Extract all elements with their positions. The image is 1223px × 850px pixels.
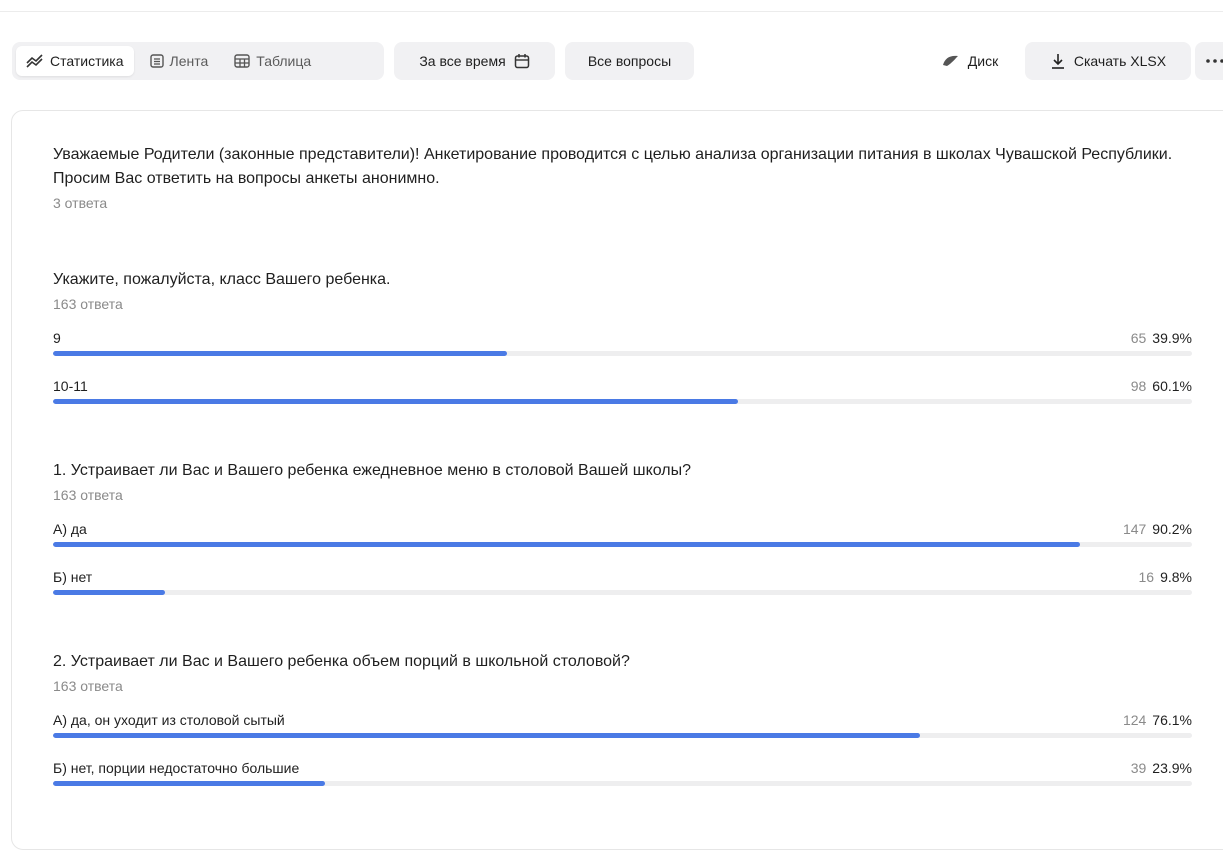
calendar-icon: [514, 53, 530, 69]
question-title: 1. Устраивает ли Вас и Вашего ребенка еж…: [53, 462, 692, 479]
question-title: Укажите, пожалуйста, класс Вашего ребенк…: [53, 271, 391, 288]
answer-option: Б) нет, порции недостаточно большие 39 23…: [53, 756, 1192, 804]
answer-stat: 16 9.8%: [1139, 569, 1193, 585]
question-block: 2. Устраивает ли Вас и Вашего ребенка об…: [53, 650, 1192, 804]
answer-bar-fill: [53, 733, 920, 738]
answer-count: 147: [1122, 521, 1147, 537]
tab-feed-label: Лента: [169, 53, 209, 69]
answer-count: 39: [1130, 760, 1147, 776]
all-questions-button[interactable]: Все вопросы: [565, 42, 694, 80]
answer-bar-track: [53, 542, 1192, 547]
answer-percent: 9.8%: [1160, 569, 1192, 585]
answer-bar-track: [53, 781, 1192, 786]
answer-stat: 65 39.9%: [1131, 330, 1192, 346]
tab-table-label: Таблица: [256, 53, 312, 69]
answer-bar-track: [53, 733, 1192, 738]
survey-intro: Уважаемые Родители (законные представите…: [53, 143, 1203, 213]
answer-bar-fill: [53, 781, 326, 786]
answer-count: 98: [1130, 378, 1147, 394]
answer-bar-fill: [53, 399, 738, 404]
answer-bar-fill: [53, 351, 508, 356]
question-count: 163 ответа: [53, 296, 123, 312]
answer-bar-track: [53, 351, 1192, 356]
table-icon: [234, 54, 250, 68]
question-block: 1. Устраивает ли Вас и Вашего ребенка еж…: [53, 459, 1192, 613]
answer-bar-track: [53, 399, 1192, 404]
survey-intro-count: 3 ответа: [53, 195, 108, 211]
download-icon: [1050, 53, 1066, 69]
answer-stat: 147 90.2%: [1123, 521, 1192, 537]
download-label: Скачать XLSX: [1073, 53, 1167, 69]
answer-label: А) да: [53, 521, 87, 537]
toolbar: Статистика Лента Таблица За все время Вс…: [12, 42, 1223, 80]
answer-option: 9 65 39.9%: [53, 326, 1192, 374]
question-title: 2. Устраивает ли Вас и Вашего ребенка об…: [53, 653, 630, 670]
view-switcher: Статистика Лента Таблица: [12, 42, 384, 80]
answer-stat: 98 60.1%: [1131, 378, 1192, 394]
answer-percent: 60.1%: [1152, 378, 1192, 394]
answer-percent: 90.2%: [1152, 521, 1192, 537]
period-label: За все время: [419, 53, 506, 69]
more-dots-icon: [1206, 59, 1223, 63]
answer-label: Б) нет, порции недостаточно большие: [53, 760, 300, 776]
answer-count: 124: [1122, 712, 1147, 728]
answer-bar-fill: [53, 542, 1081, 547]
disk-button[interactable]: Диск: [922, 42, 1018, 80]
answer-percent: 39.9%: [1152, 330, 1192, 346]
tab-statistics-label: Статистика: [50, 53, 124, 69]
answer-option: А) да 147 90.2%: [53, 517, 1192, 565]
tab-feed[interactable]: Лента: [140, 46, 219, 76]
disk-icon: [942, 54, 960, 68]
results-card: Уважаемые Родители (законные представите…: [11, 110, 1223, 850]
answer-count: 65: [1130, 330, 1147, 346]
chart-lines-icon: [26, 54, 44, 68]
answer-bar-fill: [53, 590, 165, 595]
answer-bar-track: [53, 590, 1192, 595]
question-block: Укажите, пожалуйста, класс Вашего ребенк…: [53, 268, 1192, 422]
top-divider: [0, 11, 1223, 12]
answer-label: Б) нет: [53, 569, 93, 585]
feed-icon: [149, 54, 164, 68]
question-count: 163 ответа: [53, 487, 123, 503]
answer-stat: 39 23.9%: [1131, 760, 1192, 776]
answer-label: А) да, он уходит из столовой сытый: [53, 712, 285, 728]
all-questions-label: Все вопросы: [587, 53, 672, 69]
answer-percent: 23.9%: [1152, 760, 1192, 776]
answer-option: А) да, он уходит из столовой сытый 124 76…: [53, 708, 1192, 756]
period-button[interactable]: За все время: [394, 42, 555, 80]
tab-table[interactable]: Таблица: [224, 46, 321, 76]
answer-option: 10-11 98 60.1%: [53, 374, 1192, 422]
answer-stat: 124 76.1%: [1123, 712, 1192, 728]
answer-label: 9: [53, 330, 61, 346]
answer-label: 10-11: [53, 378, 88, 394]
tab-statistics[interactable]: Статистика: [16, 46, 134, 76]
answer-option: Б) нет 16 9.8%: [53, 565, 1192, 613]
more-button[interactable]: [1195, 42, 1223, 80]
download-xlsx-button[interactable]: Скачать XLSX: [1025, 42, 1191, 80]
question-count: 163 ответа: [53, 678, 123, 694]
answer-count: 16: [1138, 569, 1155, 585]
survey-intro-text: Уважаемые Родители (законные представите…: [53, 146, 1173, 187]
disk-label: Диск: [967, 53, 999, 69]
answer-percent: 76.1%: [1152, 712, 1192, 728]
